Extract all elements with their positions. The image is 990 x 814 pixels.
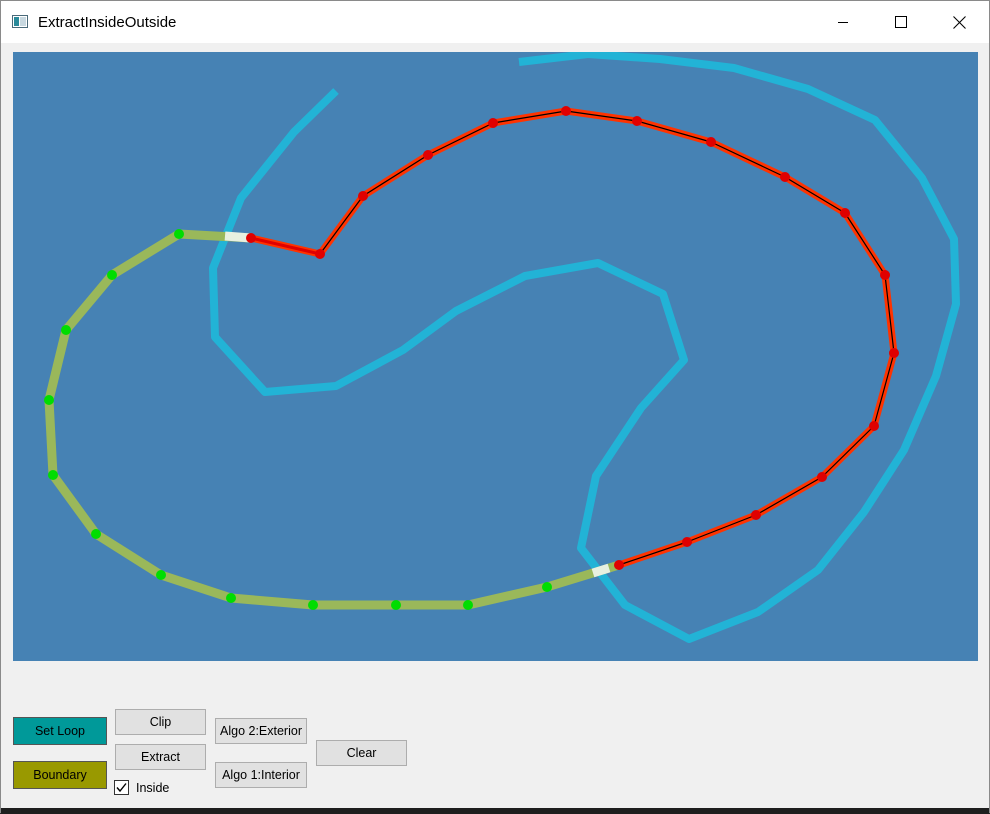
app-window: ExtractInsideOutside Set Loop Boundary C… <box>0 0 990 814</box>
drawing-canvas[interactable] <box>13 52 978 661</box>
outside-point <box>308 600 318 610</box>
outside-point <box>542 582 552 592</box>
inside-checkbox-label[interactable]: Inside <box>136 781 169 795</box>
outside-point <box>48 470 58 480</box>
inside-point <box>246 233 256 243</box>
inside-point <box>706 137 716 147</box>
crossing-highlight <box>591 563 611 578</box>
outside-point <box>463 600 473 610</box>
outside-point <box>44 395 54 405</box>
window-title: ExtractInsideOutside <box>38 14 177 31</box>
inside-point <box>358 191 368 201</box>
inside-point <box>488 118 498 128</box>
outside-point <box>174 229 184 239</box>
inside-point <box>869 421 879 431</box>
title-bar[interactable]: ExtractInsideOutside <box>1 1 989 43</box>
maximize-button[interactable] <box>872 1 930 43</box>
inside-point <box>780 172 790 182</box>
minimize-button[interactable] <box>814 1 872 43</box>
inside-checkbox[interactable] <box>114 780 129 795</box>
extract-button[interactable]: Extract <box>115 744 206 770</box>
checkmark-icon <box>116 783 127 793</box>
inside-point <box>751 510 761 520</box>
inside-point <box>682 537 692 547</box>
set-loop-button[interactable]: Set Loop <box>13 717 107 745</box>
algo-1-interior-button[interactable]: Algo 1:Interior <box>215 762 307 788</box>
inside-point <box>315 249 325 259</box>
outside-point <box>91 529 101 539</box>
outside-point <box>226 593 236 603</box>
app-window-icon <box>12 15 28 28</box>
outside-point <box>107 270 117 280</box>
outside-point <box>61 325 71 335</box>
outside-point <box>391 600 401 610</box>
clip-button[interactable]: Clip <box>115 709 206 735</box>
inside-point <box>561 106 571 116</box>
inside-point <box>817 472 827 482</box>
close-icon <box>952 15 966 29</box>
clear-button[interactable]: Clear <box>316 740 407 766</box>
algo-2-exterior-button[interactable]: Algo 2:Exterior <box>215 718 307 744</box>
inside-point <box>889 348 899 358</box>
inside-point <box>632 116 642 126</box>
background-editor-strip <box>1 808 989 814</box>
inside-point <box>880 270 890 280</box>
inside-point <box>614 560 624 570</box>
close-button[interactable] <box>930 1 988 43</box>
inside-point <box>423 150 433 160</box>
maximize-icon <box>895 16 907 28</box>
inside-point <box>840 208 850 218</box>
minimize-icon <box>838 22 848 23</box>
boundary-button[interactable]: Boundary <box>13 761 107 789</box>
outside-point <box>156 570 166 580</box>
